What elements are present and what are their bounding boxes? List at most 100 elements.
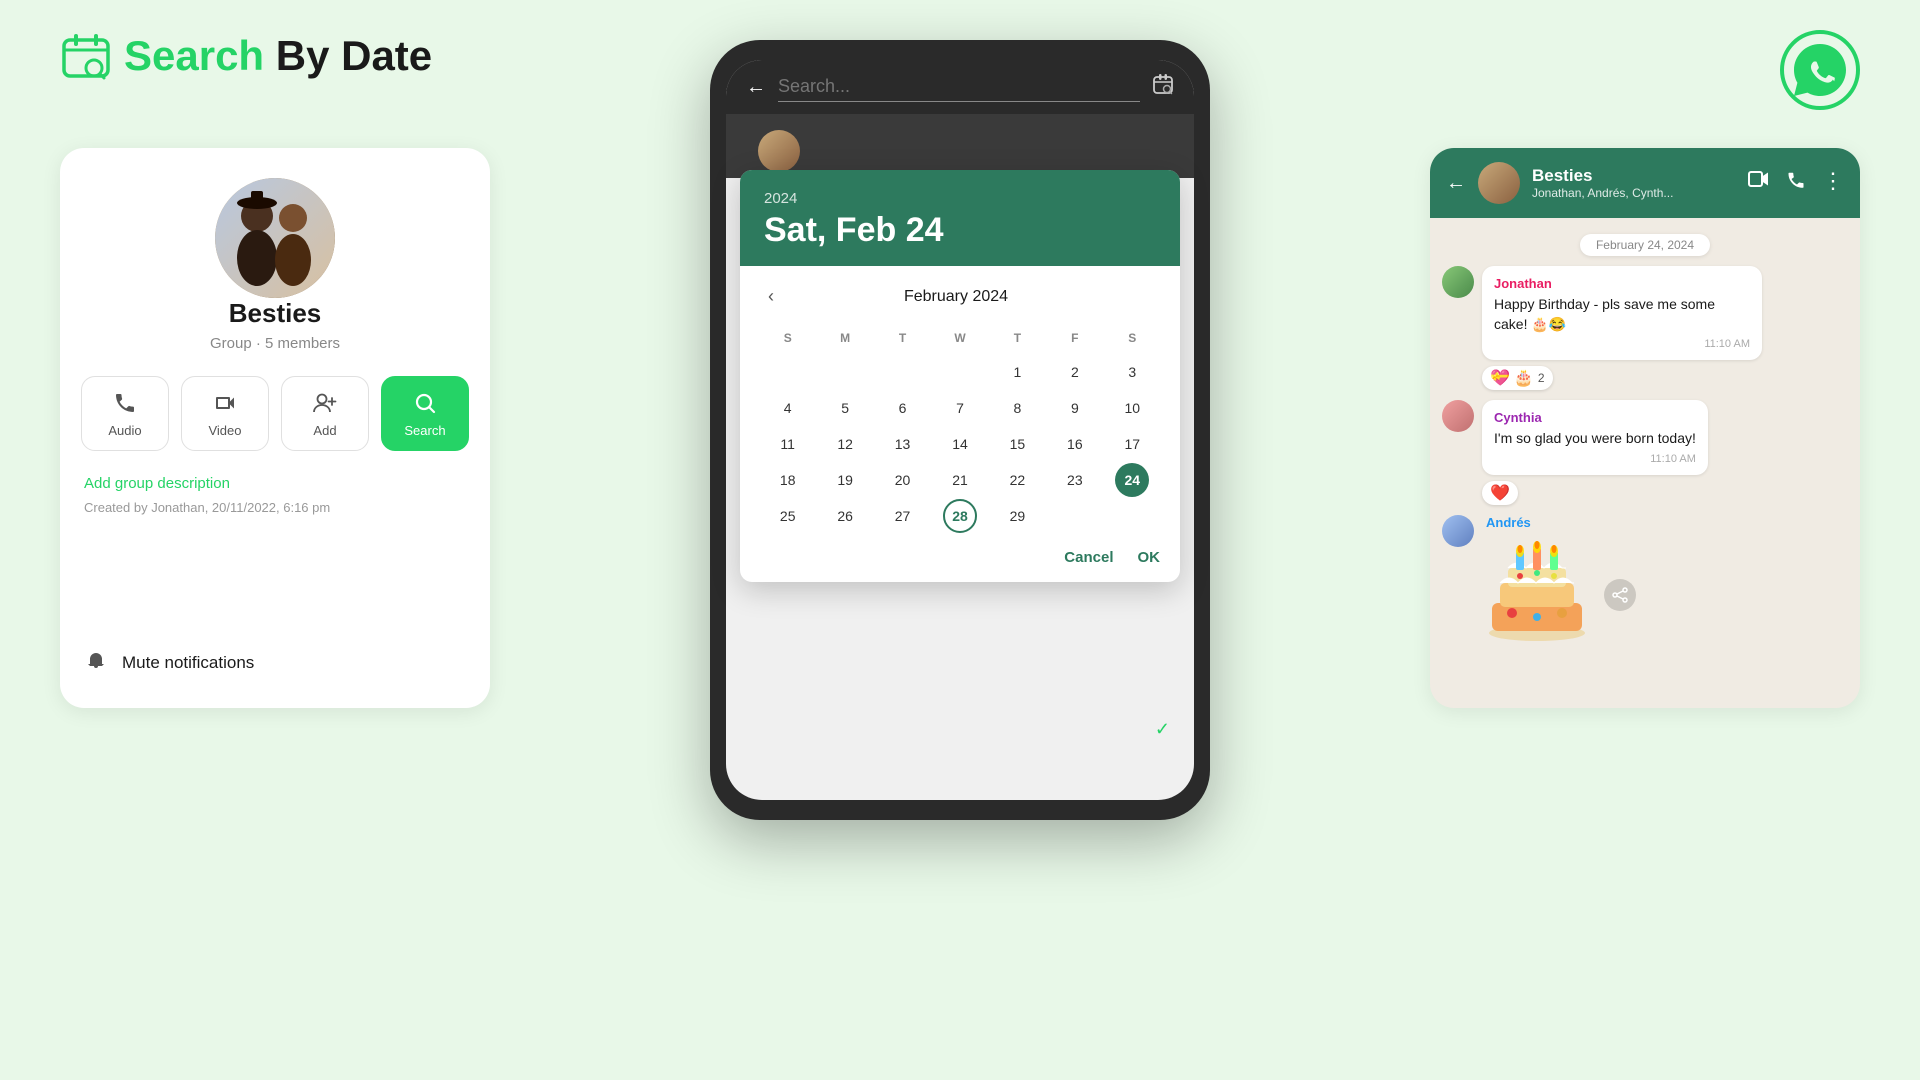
audio-label: Audio [108,423,141,438]
search-button[interactable]: Search [381,376,469,451]
action-buttons: Audio Video Add [81,376,469,451]
cal-day-26[interactable]: 26 [828,499,862,533]
chat-avatar [1478,162,1520,204]
cal-day-24-selected[interactable]: 24 [1115,463,1149,497]
message-row-cynthia: Cynthia I'm so glad you were born today!… [1442,400,1848,505]
group-name: Besties [229,298,322,329]
cal-day-27[interactable]: 27 [886,499,920,533]
ok-button[interactable]: OK [1138,549,1161,566]
calendar-grid: S M T W T F S 1 2 3 4 [760,327,1160,533]
cal-day-15[interactable]: 15 [1000,427,1034,461]
group-avatar [215,178,335,298]
cal-day-23[interactable]: 23 [1058,463,1092,497]
day-header-fri: F [1047,327,1102,353]
video-icon [211,389,239,417]
phone-call-icon[interactable] [1786,170,1806,196]
page-title: Search By Date [124,32,432,80]
video-label: Video [208,423,241,438]
jonathan-bubble: Jonathan Happy Birthday - pls save me so… [1482,266,1762,360]
cal-day-empty [943,355,977,389]
day-header-wed: W [932,327,987,353]
message-row-jonathan: Jonathan Happy Birthday - pls save me so… [1442,266,1848,390]
cal-day-empty [1115,499,1149,533]
date-picker-header: 2024 Sat, Feb 24 [740,170,1180,266]
jonathan-text: Happy Birthday - pls save me some cake! … [1494,295,1750,334]
cal-day-1[interactable]: 1 [1000,355,1034,389]
chat-header-icons: ⋮ [1748,170,1844,196]
cal-day-18[interactable]: 18 [771,463,805,497]
video-button[interactable]: Video [181,376,269,451]
calendar-month-title: February 2024 [904,288,1008,306]
cal-day-22[interactable]: 22 [1000,463,1034,497]
reaction-heart: ❤️ [1490,483,1510,503]
cal-day-25[interactable]: 25 [771,499,805,533]
cal-day-13[interactable]: 13 [886,427,920,461]
calendar-body: ‹ February 2024 S M T W T F S [740,266,1180,541]
add-person-icon [311,389,339,417]
cal-day-2[interactable]: 2 [1058,355,1092,389]
jonathan-avatar [1442,266,1474,298]
date-picker-modal: 2024 Sat, Feb 24 ‹ February 2024 S M T W… [740,170,1180,582]
cake-sticker [1482,538,1592,653]
cal-day-7[interactable]: 7 [943,391,977,425]
cal-day-21[interactable]: 21 [943,463,977,497]
chat-back-button[interactable]: ← [1446,172,1466,195]
day-header-sat: S [1105,327,1160,353]
phone-calendar-icon[interactable] [1152,73,1174,101]
chat-info: Besties Jonathan, Andrés, Cynth... [1532,166,1736,200]
calendar-actions: Cancel OK [740,541,1180,582]
day-header-sun: S [760,327,815,353]
center-phone: ← 2024 Sat, Feb 24 [710,40,1210,820]
cal-day-3[interactable]: 3 [1115,355,1149,389]
cal-day-9[interactable]: 9 [1058,391,1092,425]
cal-day-5[interactable]: 5 [828,391,862,425]
more-options-icon[interactable]: ⋮ [1822,170,1844,196]
day-header-thu: T [990,327,1045,353]
audio-button[interactable]: Audio [81,376,169,451]
chat-title: Besties [1532,166,1736,186]
prev-month-button[interactable]: ‹ [760,282,782,311]
profile-circle [758,130,800,172]
cal-day-14[interactable]: 14 [943,427,977,461]
group-info-panel: Besties Group · 5 members Audio Video [60,148,490,708]
date-selected: Sat, Feb 24 [764,211,1156,250]
mute-row[interactable]: Mute notifications [84,648,254,678]
phone-back-button[interactable]: ← [746,76,766,99]
search-icon [411,389,439,417]
check-indicator: ✓ [1155,719,1170,740]
cal-day-4[interactable]: 4 [771,391,805,425]
date-year: 2024 [764,190,1156,207]
chat-header: ← Besties Jonathan, Andrés, Cynth... ⋮ [1430,148,1860,218]
cancel-button[interactable]: Cancel [1064,549,1113,566]
chat-subtitle: Jonathan, Andrés, Cynth... [1532,186,1736,200]
cal-day-20[interactable]: 20 [886,463,920,497]
cal-day-17[interactable]: 17 [1115,427,1149,461]
cal-day-12[interactable]: 12 [828,427,862,461]
cal-day-10[interactable]: 10 [1115,391,1149,425]
sticker-share-button[interactable] [1604,579,1636,611]
mute-label: Mute notifications [122,653,254,673]
reaction-emoji-2: 🎂 [1514,368,1534,388]
cal-day-16[interactable]: 16 [1058,427,1092,461]
video-call-icon[interactable] [1748,170,1770,196]
cal-day-empty [771,355,805,389]
cal-day-19[interactable]: 19 [828,463,862,497]
cal-day-29[interactable]: 29 [1000,499,1034,533]
cal-day-empty [1058,499,1092,533]
jonathan-sender: Jonathan [1494,276,1750,291]
add-button[interactable]: Add [281,376,369,451]
cal-day-8[interactable]: 8 [1000,391,1034,425]
cal-day-6[interactable]: 6 [886,391,920,425]
cal-day-28-today[interactable]: 28 [943,499,977,533]
phone-search-input[interactable] [778,72,1140,102]
cynthia-bubble: Cynthia I'm so glad you were born today!… [1482,400,1708,475]
message-row-andres: Andrés [1442,515,1848,653]
andres-sender: Andrés [1486,515,1636,530]
title-green: Search [124,32,264,79]
add-description-link[interactable]: Add group description [84,475,230,492]
page-header: Search By Date [60,30,432,82]
day-header-tue: T [875,327,930,353]
cal-day-empty [886,355,920,389]
cal-day-11[interactable]: 11 [771,427,805,461]
calendar-nav: ‹ February 2024 [760,282,1160,311]
